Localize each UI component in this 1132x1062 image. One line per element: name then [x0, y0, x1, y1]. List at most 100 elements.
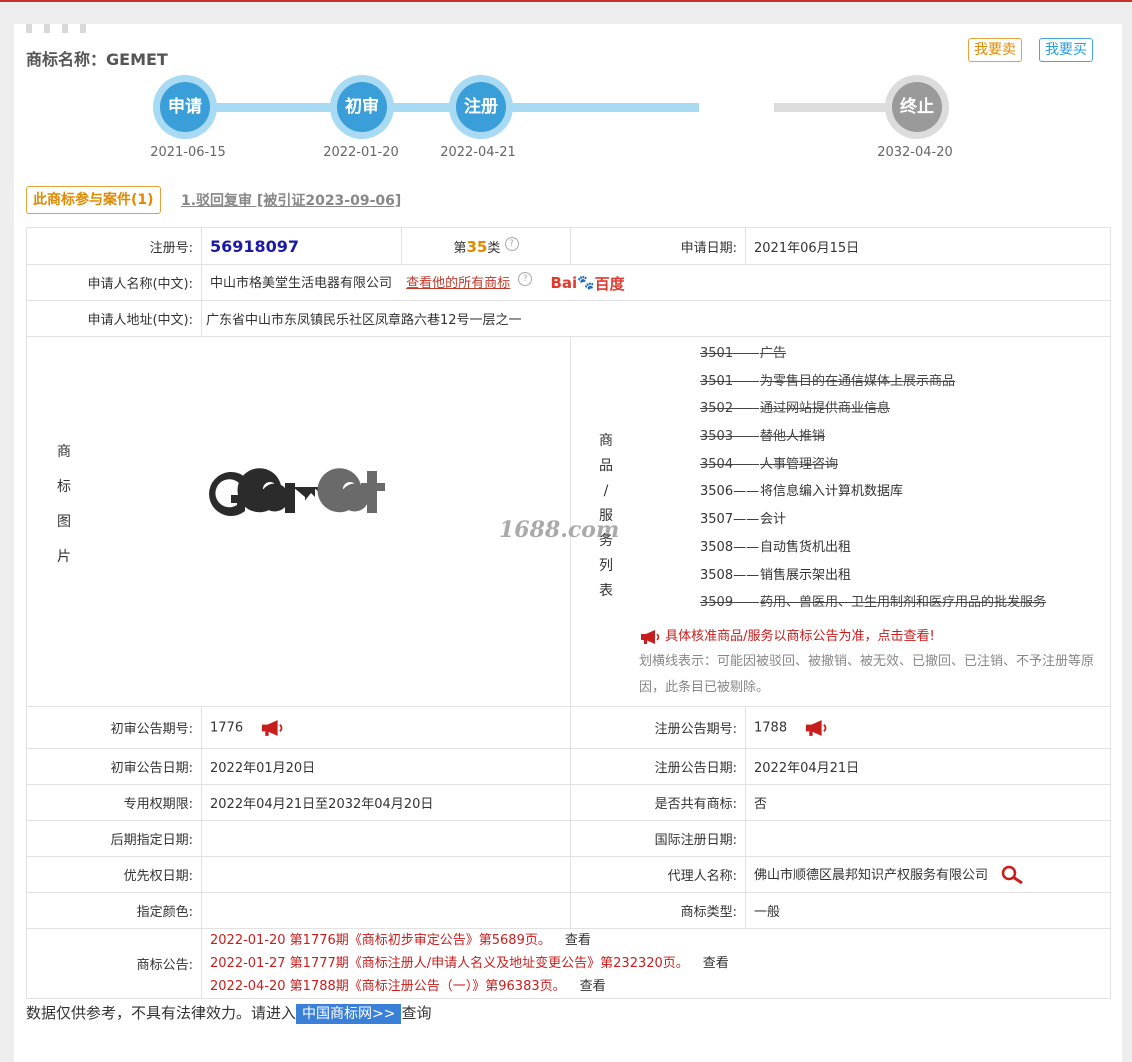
- goods-code-number: 3501: [700, 346, 734, 361]
- goods-label-char: 务: [599, 533, 613, 549]
- timeline-node-label: 终止: [892, 82, 942, 132]
- table-row: 商 标 图 片 1688.com 商 品 / 服 务 列 表 3501——广告 …: [26, 336, 1111, 707]
- view-link[interactable]: 查看: [703, 956, 729, 971]
- image-cell: 商 标 图 片 1688.com: [26, 336, 619, 707]
- type-label: 商标类型:: [570, 892, 746, 929]
- goods-label-char: /: [603, 483, 609, 499]
- agent-value: 佛山市顺德区晨邦知识产权服务有限公司: [754, 867, 989, 883]
- goods-item: 3506——将信息编入计算机数据库: [700, 478, 1046, 506]
- goods-code: 3501——: [700, 368, 760, 396]
- goods-dash: ——: [733, 429, 760, 445]
- buy-button[interactable]: 我要买: [1039, 38, 1093, 62]
- megaphone-icon[interactable]: [259, 719, 285, 737]
- reg-ann-date-label: 注册公告日期:: [570, 748, 746, 785]
- image-label-char: 图: [57, 514, 71, 530]
- goods-code-number: 3502: [700, 401, 734, 417]
- applicant-label: 申请人名称(中文):: [26, 264, 202, 301]
- trademark-site-button[interactable]: 中国商标网>>: [296, 1004, 402, 1024]
- goods-dash: ——: [733, 346, 760, 361]
- help-icon[interactable]: ?: [504, 236, 519, 251]
- view-link[interactable]: 查看: [565, 933, 591, 948]
- timeline-dash: [14, 24, 94, 33]
- trademark-logo: [209, 468, 385, 516]
- sell-button[interactable]: 我要卖: [968, 38, 1022, 62]
- view-link[interactable]: 查看: [580, 979, 606, 994]
- apply-date-value: 2021年06月15日: [745, 227, 1111, 265]
- view-all-trademarks-link[interactable]: 查看他的所有商标: [406, 276, 510, 291]
- priority-value: [201, 856, 571, 893]
- goods-item: 3507——会计: [700, 506, 1046, 534]
- image-label-char: 标: [57, 479, 71, 495]
- case-link[interactable]: 1.驳回复审 [被引证2023-09-06]: [181, 190, 401, 210]
- table-row: 优先权日期: 代理人名称: 佛山市顺德区晨邦知识产权服务有限公司: [26, 856, 1111, 893]
- page-title: 商标名称：GEMET: [26, 50, 168, 69]
- goods-code-number: 3503: [700, 429, 734, 445]
- timeline-node-label: 申请: [160, 82, 210, 132]
- megaphone-icon[interactable]: [803, 719, 829, 737]
- reg-no-label: 注册号:: [26, 227, 202, 265]
- goods-name: 通过网站提供商业信息: [760, 401, 891, 417]
- goods-dash: ——: [733, 456, 760, 472]
- trademark-card: 商标名称：GEMET 我要卖 我要买 申请 初审 注册 终止 2021-06-1…: [14, 24, 1122, 1062]
- reg-no-value: 56918097: [210, 236, 300, 256]
- goods-code-number: 3508: [700, 539, 734, 555]
- table-row: 初审公告期号: 1776 注册公告期号: 1788: [26, 706, 1111, 749]
- goods-dash: ——: [733, 484, 760, 500]
- applicant-cell: 中山市格美堂生活电器有限公司 查看他的所有商标 ? Bai 🐾 百度: [201, 264, 1111, 301]
- agent-label: 代理人名称:: [570, 856, 746, 893]
- case-count-tag[interactable]: 此商标参与案件(1): [26, 186, 161, 214]
- timeline-node-register: 注册: [449, 75, 513, 139]
- goods-note-text[interactable]: 具体核准商品/服务以商标公告为准，点击查看!: [665, 629, 935, 644]
- goods-code-number: 3506: [700, 484, 734, 500]
- goods-item: 3504——人事管理咨询: [700, 451, 1046, 479]
- image-label: 商 标 图 片: [49, 435, 79, 575]
- table-row: 指定颜色: 商标类型: 一般: [26, 892, 1111, 929]
- goods-label-char: 品: [599, 458, 613, 474]
- applicant-value: 中山市格美堂生活电器有限公司: [210, 275, 393, 291]
- table-row: 注册号: 56918097 第35类 ? 申请日期: 2021年06月15日: [26, 227, 1111, 265]
- goods-code-number: 3504: [700, 456, 734, 472]
- help-icon[interactable]: ?: [518, 271, 533, 286]
- reg-ann-no-label: 注册公告期号:: [570, 706, 746, 749]
- goods-label-char: 服: [599, 508, 613, 524]
- class-suffix: 类: [487, 240, 501, 256]
- table-row: 申请人名称(中文): 中山市格美堂生活电器有限公司 查看他的所有商标 ? Bai…: [26, 264, 1111, 301]
- table-row: 商标公告: 2022-01-20 第1776期《商标初步审定公告》第5689页。…: [26, 928, 1111, 999]
- timeline-node-label: 注册: [456, 82, 506, 132]
- announcement-label: 商标公告:: [26, 928, 202, 999]
- trademark-info-table: 注册号: 56918097 第35类 ? 申请日期: 2021年06月15日 申…: [26, 227, 1111, 999]
- image-label-char: 商: [57, 444, 71, 460]
- goods-item: 3509——药用、兽医用、卫生用制剂和医疗用品的批发服务: [700, 589, 1046, 617]
- goods-dash: ——: [733, 595, 760, 611]
- goods-code-number: 3507: [700, 512, 734, 528]
- goods-label-char: 商: [599, 433, 613, 449]
- goods-name: 药用、兽医用、卫生用制剂和医疗用品的批发服务: [760, 595, 1047, 611]
- goods-code: 3509——: [700, 589, 760, 617]
- table-row: 后期指定日期: 国际注册日期:: [26, 820, 1111, 857]
- goods-name: 替他人推销: [760, 429, 826, 445]
- goods-item: 3501——为零售目的在通信媒体上展示商品: [700, 368, 1046, 396]
- table-row: 申请人地址(中文): 广东省中山市东凤镇民乐社区凤章路六巷12号一层之一: [26, 300, 1111, 337]
- intl-date-value: [745, 820, 1111, 857]
- baidu-logo-text-cn: 百度: [594, 274, 625, 293]
- disclaimer-after: 查询: [401, 1004, 432, 1022]
- timeline-remaining-line: [774, 103, 899, 112]
- announcement-text: 2022-01-20 第1776期《商标初步审定公告》第5689页。: [210, 933, 551, 948]
- goods-code: 3508——: [700, 562, 760, 590]
- goods-name: 广告: [760, 346, 787, 361]
- announcement-line: 2022-01-20 第1776期《商标初步审定公告》第5689页。 查看: [210, 929, 1102, 952]
- shared-value: 否: [745, 784, 1111, 821]
- address-label: 申请人地址(中文):: [26, 300, 202, 337]
- megaphone-icon: [641, 629, 660, 644]
- goods-code: 3503——: [700, 423, 760, 451]
- announcement-text: 2022-01-27 第1777期《商标注册人/申请人名义及地址变更公告》第23…: [210, 956, 689, 971]
- priority-label: 优先权日期:: [26, 856, 202, 893]
- search-icon[interactable]: [1000, 865, 1026, 885]
- goods-code: 3507——: [700, 506, 760, 534]
- reg-ann-no-value: 1788: [754, 720, 788, 735]
- exclusive-value: 2022年04月21日至2032年04月20日: [201, 784, 571, 821]
- baidu-search-icon[interactable]: Bai 🐾 百度: [550, 273, 624, 294]
- goods-note-line[interactable]: 具体核准商品/服务以商标公告为准，点击查看!: [639, 625, 1101, 645]
- timeline-node-apply: 申请: [153, 75, 217, 139]
- color-value: [201, 892, 571, 929]
